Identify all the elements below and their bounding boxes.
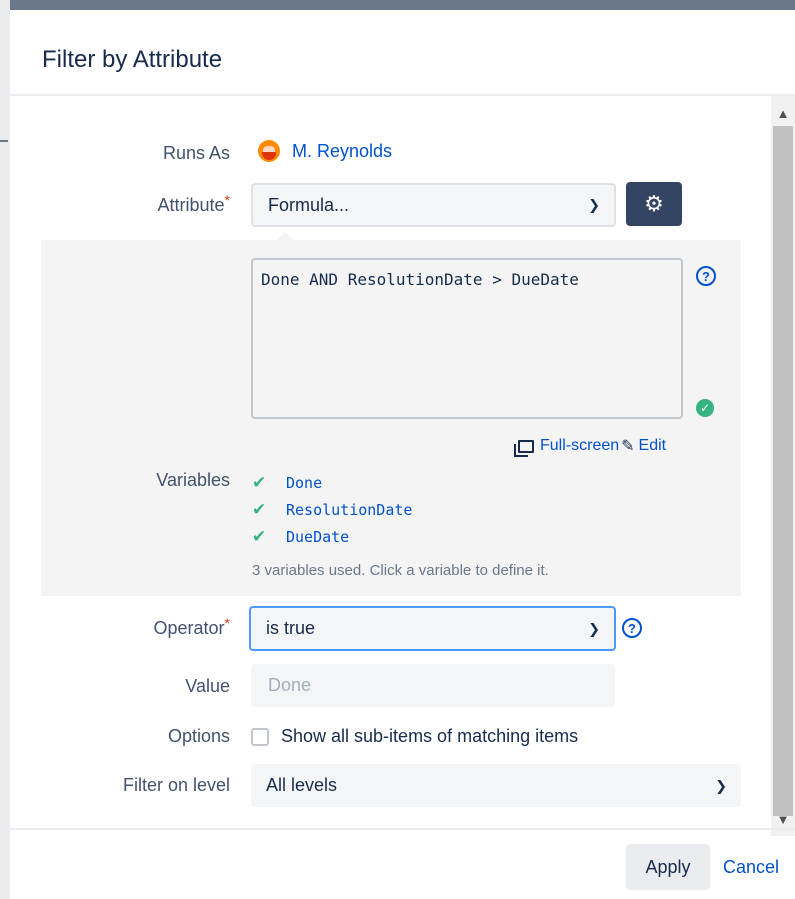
avatar <box>258 140 280 162</box>
variable-item[interactable]: ✔ ResolutionDate <box>252 496 412 523</box>
chevron-down-icon: ❯ <box>715 777 727 793</box>
variables-list: ✔ Done ✔ ResolutionDate ✔ DueDate <box>252 469 412 550</box>
check-icon: ✔ <box>252 526 267 546</box>
required-marker: * <box>224 192 230 208</box>
runs-as-label: Runs As <box>162 143 230 163</box>
filter-level-select[interactable]: All levels ❯ <box>251 764 741 807</box>
apply-button[interactable]: Apply <box>626 844 710 890</box>
pencil-icon: ✎ <box>621 438 635 455</box>
scroll-down-arrow[interactable]: ▼ <box>771 810 795 830</box>
chevron-down-icon: ❯ <box>588 620 600 636</box>
scroll-up-arrow[interactable]: ▲ <box>771 104 795 124</box>
variable-name[interactable]: Done <box>286 474 322 492</box>
value-label: Value <box>185 676 230 696</box>
variable-item[interactable]: ✔ Done <box>252 469 412 496</box>
scrollbar-thumb[interactable] <box>773 126 793 816</box>
formula-editor[interactable]: Done AND ResolutionDate > DueDate <box>251 258 683 419</box>
variable-name[interactable]: DueDate <box>286 528 349 546</box>
dialog-body[interactable]: Runs As M. Reynolds Attribute* Formula..… <box>10 96 795 836</box>
edit-link[interactable]: Edit <box>639 437 667 455</box>
variables-label: Variables <box>156 470 230 490</box>
attribute-label: Attribute* <box>157 192 231 215</box>
background-app-edge <box>0 0 10 899</box>
chevron-down-icon: ❯ <box>588 196 600 213</box>
required-marker: * <box>224 615 230 631</box>
variables-hint: 3 variables used. Click a variable to de… <box>252 562 549 579</box>
operator-select[interactable]: is true ❯ <box>249 606 616 651</box>
attribute-select[interactable]: Formula... ❯ <box>251 183 616 227</box>
operator-select-value: is true <box>266 618 316 638</box>
show-subitems-checkbox[interactable] <box>251 727 269 746</box>
formula-valid-check-icon: ✓ <box>696 399 714 417</box>
formula-actions: Full-screen ✎ Edit <box>514 436 667 457</box>
panel-notch <box>275 232 295 242</box>
attribute-settings-button[interactable]: ⚙ <box>626 182 682 226</box>
operator-help-icon[interactable]: ? <box>622 618 642 638</box>
filter-level-select-value: All levels <box>266 775 338 795</box>
runs-as-user[interactable]: M. Reynolds <box>258 140 392 162</box>
show-subitems-option[interactable]: Show all sub-items of matching items <box>251 726 578 747</box>
dialog-title: Filter by Attribute <box>42 46 223 73</box>
check-icon: ✔ <box>252 472 267 492</box>
show-subitems-label[interactable]: Show all sub-items of matching items <box>281 726 578 747</box>
operator-label: Operator* <box>153 615 231 638</box>
filter-level-label: Filter on level <box>122 775 230 795</box>
options-label: Options <box>167 726 230 746</box>
dialog-header: Filter by Attribute <box>10 10 795 96</box>
attribute-select-value: Formula... <box>268 194 350 215</box>
filter-dialog: Filter by Attribute Runs As M. Reynolds … <box>10 10 795 899</box>
cancel-link[interactable]: Cancel <box>723 844 779 890</box>
user-name-link[interactable]: M. Reynolds <box>292 141 392 162</box>
formula-help-icon[interactable]: ? <box>696 266 716 286</box>
check-icon: ✔ <box>252 499 267 519</box>
variable-item[interactable]: ✔ DueDate <box>252 523 412 550</box>
fullscreen-icon <box>514 439 534 457</box>
background-app-bar <box>0 0 795 10</box>
value-input[interactable]: Done <box>251 664 615 707</box>
gear-icon: ⚙ <box>644 191 664 216</box>
variable-name[interactable]: ResolutionDate <box>286 501 412 519</box>
fullscreen-link[interactable]: Full-screen <box>540 437 619 455</box>
